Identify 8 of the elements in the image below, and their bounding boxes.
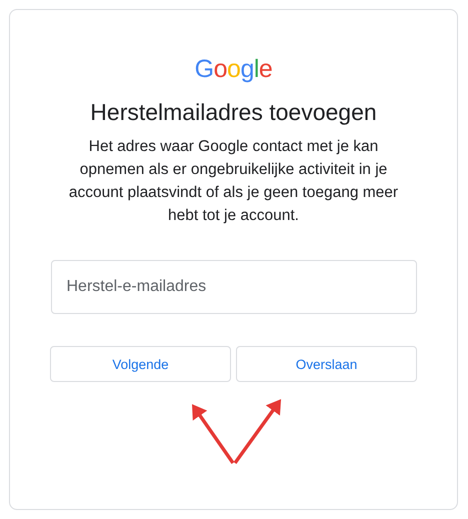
- email-field[interactable]: Herstel-e-mailadres: [50, 260, 416, 314]
- arrow: [192, 404, 234, 464]
- description-text: Het adres waar Google contact met je kan opnemen als er ongebruikelijke activiteit in je account plaatsvindt of als je geen toegang meer hebt tot je account.: [68, 137, 400, 226]
- action-button[interactable]: Overslaan: [236, 346, 417, 382]
- google-logo: Google: [194, 55, 272, 83]
- action-button[interactable]: Volgende: [50, 346, 231, 382]
- page-title: Herstelmailadres toevoegen: [90, 98, 377, 127]
- arrow: [234, 399, 282, 464]
